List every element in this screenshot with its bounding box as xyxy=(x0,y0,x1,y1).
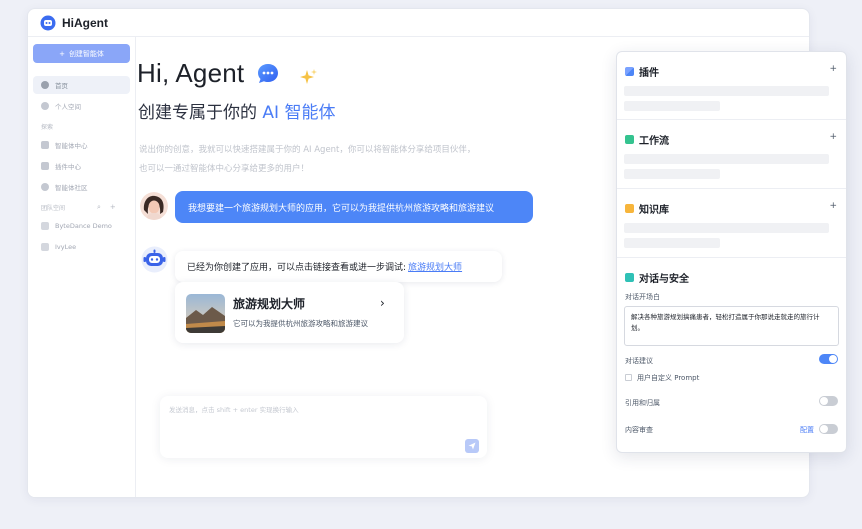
skeleton-line xyxy=(624,154,829,164)
add-knowledge-button[interactable]: + xyxy=(829,201,837,211)
add-team-icon[interactable]: + xyxy=(110,203,116,212)
team-tools: ⌕ + xyxy=(97,203,116,212)
sidebar-item-agent-center[interactable]: 智能体中心 xyxy=(33,136,130,154)
workflow-header: 工作流 xyxy=(625,132,669,147)
user-avatar xyxy=(140,192,168,220)
citation-toggle[interactable] xyxy=(819,396,838,406)
plugins-header: 插件 xyxy=(625,64,659,79)
sidebar-item-plugin-center[interactable]: 插件中心 xyxy=(33,157,130,175)
sidebar-item-agent-community[interactable]: 智能体社区 xyxy=(33,178,130,196)
skeleton-line xyxy=(624,223,829,233)
chat-bubble-icon xyxy=(258,64,278,83)
chevron-right-icon[interactable]: › xyxy=(380,296,385,310)
custom-prompt-label: 用户自定义 Prompt xyxy=(637,374,700,382)
sidebar-item-team-bytedance-demo[interactable]: ByteDance Demo xyxy=(33,217,130,235)
hero-subtitle-prefix: 创建专属于你的 xyxy=(138,103,257,123)
knowledge-title: 知识库 xyxy=(639,205,669,216)
suggest-toggle[interactable] xyxy=(819,354,838,364)
sidebar-item-label: 智能体社区 xyxy=(55,184,88,192)
skeleton-line xyxy=(624,101,720,111)
skeleton-line xyxy=(624,238,720,248)
app-card[interactable]: 旅游规划大师 它可以为我提供杭州旅游攻略和旅游建议 › xyxy=(175,282,404,343)
explore-section-label: 探索 xyxy=(41,124,54,131)
hero-description-line: 说出你的创意，我就可以快速搭建属于你的 AI Agent，你可以将智能体分享给项… xyxy=(139,145,476,155)
suggest-label: 对话建议 xyxy=(625,357,653,365)
review-config-link[interactable]: 配置 xyxy=(800,425,814,435)
skeleton-line xyxy=(624,169,720,179)
create-agent-label: 创建智能体 xyxy=(68,49,104,58)
community-icon xyxy=(41,183,49,191)
sidebar-item-personal-space[interactable]: 个人空间 xyxy=(33,97,130,115)
hiagent-logo-icon xyxy=(40,15,56,30)
team-icon xyxy=(41,243,49,251)
workflow-title: 工作流 xyxy=(639,136,669,147)
send-icon xyxy=(468,442,476,450)
sidebar-item-label: 智能体中心 xyxy=(55,142,88,150)
opening-label: 对话开场白 xyxy=(625,293,660,301)
dialogue-safety-icon xyxy=(625,273,634,282)
home-icon xyxy=(41,81,49,89)
review-label: 内容审查 xyxy=(625,426,653,434)
bot-message-bubble: 已经为你创建了应用，可以点击链接查看或进一步调试: 旅游规划大师 xyxy=(175,251,502,282)
knowledge-icon xyxy=(625,204,634,213)
add-plugin-button[interactable]: + xyxy=(829,64,837,74)
bot-avatar-icon xyxy=(141,246,168,273)
custom-prompt-checkbox[interactable] xyxy=(625,374,632,381)
plugins-title: 插件 xyxy=(639,68,659,79)
sidebar-item-label: 插件中心 xyxy=(55,163,81,171)
safety-header: 对话与安全 xyxy=(625,270,689,285)
composer-placeholder: 发送消息，点击 shift + enter 实现换行输入 xyxy=(169,406,299,414)
message-composer[interactable]: 发送消息，点击 shift + enter 实现换行输入 xyxy=(160,396,487,458)
config-panel: 插件 + 工作流 + 知识库 + 对话与安全 对话开场白 解决各种旅游规划搞痛患… xyxy=(616,51,847,453)
workflow-icon xyxy=(625,135,634,144)
search-icon[interactable]: ⌕ xyxy=(97,203,101,212)
sparkle-icon xyxy=(300,69,317,84)
hero-description-line: 也可以一通过智能体中心分享给更多的用户！ xyxy=(139,164,310,174)
create-agent-button[interactable]: + 创建智能体 xyxy=(33,44,130,63)
app-title: HiAgent xyxy=(62,15,108,30)
agent-center-icon xyxy=(41,141,49,149)
sidebar-item-team-ivylee[interactable]: IvyLee xyxy=(33,238,130,256)
app-card-title: 旅游规划大师 xyxy=(233,297,306,311)
add-workflow-button[interactable]: + xyxy=(829,132,837,142)
plugins-section: 插件 + xyxy=(617,52,846,120)
citation-label: 引用和归属 xyxy=(625,399,660,407)
knowledge-section: 知识库 + xyxy=(617,189,846,258)
review-toggle[interactable] xyxy=(819,424,838,434)
sidebar: + 创建智能体 首页 个人空间 探索 智能体中心 插件中心 智能体社区 团队空间… xyxy=(28,37,136,497)
user-icon xyxy=(41,102,49,110)
plus-icon: + xyxy=(59,49,65,58)
skeleton-line xyxy=(624,86,829,96)
sidebar-item-label: IvyLee xyxy=(55,243,77,251)
knowledge-header: 知识库 xyxy=(625,201,669,216)
plugin-center-icon xyxy=(41,162,49,170)
app-link[interactable]: 旅游规划大师 xyxy=(408,260,462,273)
sidebar-item-label: ByteDance Demo xyxy=(55,222,112,230)
plugin-icon xyxy=(625,67,634,76)
workflow-section: 工作流 + xyxy=(617,120,846,189)
safety-title: 对话与安全 xyxy=(639,274,689,285)
bot-message-text: 已经为你创建了应用，可以点击链接查看或进一步调试: xyxy=(187,263,407,273)
sidebar-item-label: 个人空间 xyxy=(55,103,81,111)
hero-subtitle-accent: AI 智能体 xyxy=(262,103,336,123)
hero-subtitle: 创建专属于你的 AI 智能体 xyxy=(138,98,335,123)
app-thumbnail xyxy=(186,294,225,333)
app-card-description: 它可以为我提供杭州旅游攻略和旅游建议 xyxy=(233,319,368,328)
sidebar-item-label: 首页 xyxy=(55,82,68,90)
team-icon xyxy=(41,222,49,230)
opening-textarea[interactable]: 解决各种旅游规划搞痛患者，轻松打造属于你那说走就走的旅行计划。 xyxy=(624,306,839,346)
user-message-bubble: 我想要建一个旅游规划大师的应用，它可以为我提供杭州旅游攻略和旅游建议 xyxy=(175,191,533,223)
send-button[interactable] xyxy=(465,439,479,453)
sidebar-item-home[interactable]: 首页 xyxy=(33,76,130,94)
hero-title: Hi, Agent xyxy=(137,58,245,88)
team-section-label: 团队空间 xyxy=(41,205,66,212)
top-bar: HiAgent xyxy=(28,9,809,37)
